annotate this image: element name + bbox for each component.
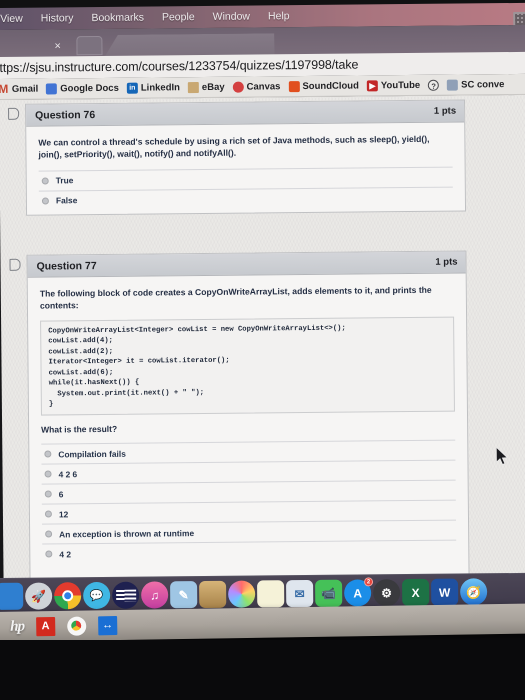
flag-icon[interactable]: [9, 258, 21, 271]
radio-button-icon[interactable]: [44, 490, 52, 498]
bookmark-label: eBay: [201, 81, 225, 93]
answer-option-false[interactable]: False: [38, 186, 454, 211]
answer-label: True: [55, 175, 74, 186]
answer-option-42[interactable]: 4 2: [42, 539, 457, 564]
radio-button-icon[interactable]: [45, 550, 53, 558]
url-text: https://sjsu.instructure.com/courses/123…: [0, 57, 359, 76]
bookmark-sc-conve[interactable]: SC conve: [445, 79, 506, 91]
question-points: 1 pts: [433, 105, 457, 117]
sc-icon: [447, 79, 459, 91]
bookmark-ebay[interactable]: eBay: [186, 81, 227, 93]
notes-icon[interactable]: [199, 580, 227, 609]
radio-button-icon[interactable]: [41, 197, 49, 205]
bookmark-google-docs[interactable]: Google Docs: [44, 82, 121, 95]
question-text: The following block of code creates a Co…: [39, 284, 432, 312]
microsoft-excel-icon[interactable]: X: [402, 578, 430, 611]
answer-list: True False: [38, 166, 454, 211]
new-tab-button[interactable]: [76, 35, 103, 56]
safari-dark-icon[interactable]: [112, 581, 140, 609]
question-mark-icon: ?: [428, 79, 440, 91]
answer-label: An exception is thrown at runtime: [59, 528, 195, 540]
answer-label: 4 2 6: [58, 469, 78, 480]
question-body: We can control a thread's schedule by us…: [26, 122, 465, 214]
quiz-page: Question 76 1 pts We can control a threa…: [0, 94, 525, 580]
finder-icon[interactable]: [0, 582, 24, 610]
badge-count: 2: [364, 577, 374, 587]
question-body: The following block of code creates a Co…: [28, 273, 469, 568]
microsoft-word-icon[interactable]: W: [431, 578, 459, 611]
bookmark-linkedin[interactable]: in LinkedIn: [125, 82, 182, 94]
menu-item-view[interactable]: View: [0, 13, 23, 25]
bookmark-label: LinkedIn: [140, 81, 180, 94]
radio-button-icon[interactable]: [41, 177, 49, 185]
screen-content: View History Bookmarks People Window Hel…: [0, 0, 525, 618]
canvas-icon: [232, 81, 244, 93]
teamviewer-icon[interactable]: ↔: [97, 615, 118, 635]
google-docs-icon: [46, 82, 58, 95]
bookmark-label: Canvas: [246, 80, 281, 93]
flag-icon[interactable]: [8, 107, 20, 120]
radio-button-icon[interactable]: [45, 530, 53, 538]
facetime-icon[interactable]: 📹: [315, 579, 343, 607]
answer-label: Compilation fails: [58, 448, 126, 460]
soundcloud-icon: [288, 80, 300, 92]
preview-icon[interactable]: ✎: [170, 581, 198, 609]
radio-button-icon[interactable]: [44, 450, 52, 458]
bookmark-label: Gmail: [11, 83, 39, 95]
bookmark-youtube[interactable]: ▶ YouTube: [365, 79, 422, 91]
menu-item-history[interactable]: History: [41, 12, 74, 24]
menu-item-people[interactable]: People: [162, 11, 195, 23]
bookmark-canvas[interactable]: Canvas: [231, 80, 283, 93]
answer-label: False: [55, 195, 78, 206]
close-icon[interactable]: ×: [54, 40, 61, 52]
code-text: CopyOnWriteArrayList<Integer> cowList = …: [48, 324, 346, 409]
bookmark-label: SoundCloud: [302, 80, 359, 92]
code-block: CopyOnWriteArrayList<Integer> cowList = …: [40, 316, 455, 416]
gmail-icon: M: [0, 81, 9, 96]
chrome-icon[interactable]: [66, 616, 87, 636]
bookmark-label: Google Docs: [60, 82, 119, 94]
mail-icon[interactable]: ✉: [286, 579, 314, 613]
itunes-icon[interactable]: ♫: [141, 581, 169, 614]
laptop-screen-photo: View History Bookmarks People Window Hel…: [0, 0, 525, 700]
answer-label: 12: [58, 509, 69, 520]
app-store-icon[interactable]: A2: [344, 577, 374, 607]
dark-background-bottom: [0, 640, 525, 700]
menu-item-window[interactable]: Window: [213, 11, 250, 23]
question-card-77: Question 77 1 pts The following block of…: [9, 250, 470, 580]
messages-icon[interactable]: 💬: [83, 581, 111, 614]
stickies-icon[interactable]: [257, 580, 285, 608]
browser-tab-active[interactable]: [104, 33, 274, 57]
youtube-icon: ▶: [366, 79, 378, 91]
menu-item-help[interactable]: Help: [268, 10, 290, 22]
bookmark-gmail[interactable]: M Gmail: [0, 81, 40, 96]
question-title: Question 77: [36, 259, 97, 273]
adobe-icon[interactable]: A: [35, 616, 56, 636]
bookmark-label: SC conve: [461, 78, 505, 91]
question-points: 1 pts: [435, 256, 458, 268]
radio-button-icon[interactable]: [44, 510, 52, 518]
bookmark-unknown[interactable]: ?: [426, 79, 441, 91]
safari-icon[interactable]: 🧭: [460, 578, 488, 606]
photos-icon[interactable]: [228, 580, 256, 608]
bookmark-label: YouTube: [380, 79, 421, 91]
google-chrome-icon[interactable]: [54, 582, 82, 614]
radio-button-icon[interactable]: [44, 470, 52, 478]
question-card-76: Question 76 1 pts We can control a threa…: [8, 99, 467, 216]
hp-logo: hp: [10, 617, 25, 635]
answer-label: 6: [58, 489, 64, 500]
ebay-icon: [187, 81, 199, 93]
question-prompt: What is the result?: [41, 424, 118, 435]
menu-item-bookmarks[interactable]: Bookmarks: [91, 12, 144, 25]
question-text: We can control a thread's schedule by us…: [38, 133, 430, 161]
system-preferences-icon[interactable]: ⚙: [373, 579, 401, 607]
launchpad-icon[interactable]: 🚀: [25, 582, 53, 614]
question-title: Question 76: [35, 108, 96, 122]
answer-label: 4 2: [59, 549, 72, 560]
answer-list: Compilation fails 4 2 6 6 12 An exceptio…: [41, 439, 457, 564]
linkedin-icon: in: [126, 82, 138, 94]
bookmark-soundcloud[interactable]: SoundCloud: [286, 80, 361, 92]
